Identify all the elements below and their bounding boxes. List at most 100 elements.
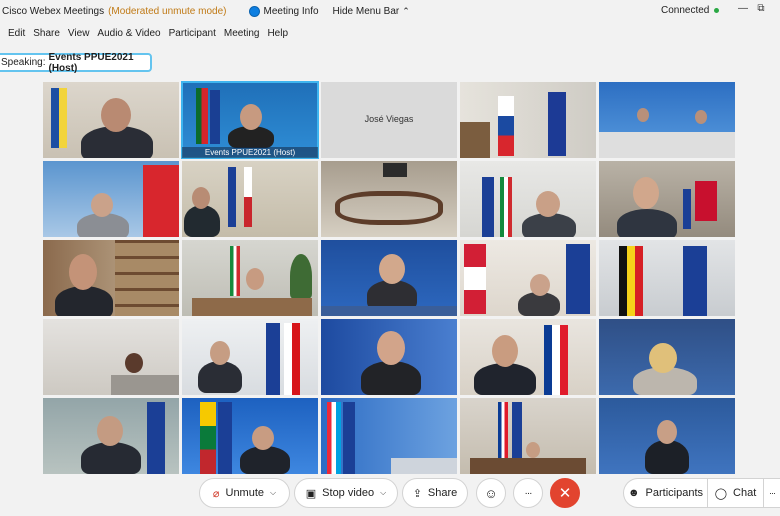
video-tile-host[interactable]: Events PPUE2021 (Host) bbox=[181, 81, 319, 159]
menu-help[interactable]: Help bbox=[267, 28, 288, 39]
video-tile[interactable] bbox=[599, 240, 735, 316]
chat-panel-button[interactable]: ◯ Chat bbox=[707, 478, 763, 508]
video-tile[interactable] bbox=[321, 240, 457, 316]
plant bbox=[290, 254, 312, 298]
participant-face bbox=[649, 343, 677, 373]
video-tile[interactable] bbox=[460, 82, 596, 158]
chevron-down-icon[interactable]: ⌵ bbox=[380, 488, 386, 498]
video-tile[interactable] bbox=[182, 319, 318, 395]
connection-dot-icon bbox=[714, 8, 720, 13]
chevron-down-icon[interactable]: ⌵ bbox=[270, 488, 276, 498]
video-tile[interactable] bbox=[321, 398, 457, 474]
participant-face bbox=[240, 104, 262, 130]
video-tile[interactable] bbox=[599, 161, 735, 237]
conference-table bbox=[335, 191, 443, 225]
desk bbox=[460, 122, 490, 158]
flag-decoration bbox=[143, 165, 179, 237]
flag-decoration bbox=[619, 246, 643, 316]
participant-face bbox=[377, 331, 405, 365]
menu-share[interactable]: Share bbox=[33, 28, 60, 39]
participants-icon: ☻ bbox=[627, 487, 640, 499]
video-tile-no-video[interactable]: José Viegas bbox=[321, 82, 457, 158]
menu-edit[interactable]: Edit bbox=[8, 28, 25, 39]
participants-panel-button[interactable]: ☻ Participants bbox=[623, 478, 707, 508]
participant-video bbox=[55, 286, 113, 316]
video-tile[interactable] bbox=[43, 82, 179, 158]
video-tile[interactable] bbox=[43, 398, 179, 474]
video-tile[interactable] bbox=[182, 398, 318, 474]
participant-face bbox=[97, 416, 123, 446]
participant-face bbox=[492, 335, 518, 367]
stop-video-button[interactable]: ▣ Stop video ⌵ bbox=[294, 478, 398, 508]
participant-face bbox=[530, 274, 550, 296]
participant-face bbox=[69, 254, 97, 290]
participant-video bbox=[184, 205, 220, 237]
flag-decoration bbox=[230, 246, 240, 296]
video-tile[interactable] bbox=[460, 398, 596, 474]
desk bbox=[599, 132, 735, 158]
participant-face bbox=[210, 341, 230, 365]
placeholder-participant-name: José Viegas bbox=[364, 114, 414, 124]
share-button[interactable]: ⇪ Share bbox=[402, 478, 468, 508]
stop-video-label: Stop video bbox=[322, 487, 375, 499]
hide-menu-bar-button[interactable]: Hide Menu Bar ⌃ bbox=[333, 6, 410, 17]
window-controls: — ⧉ bbox=[734, 3, 770, 14]
more-panels-button[interactable]: ··· bbox=[763, 478, 780, 508]
menu-view[interactable]: View bbox=[68, 28, 90, 39]
video-tile[interactable] bbox=[43, 319, 179, 395]
info-icon bbox=[248, 5, 260, 17]
video-tile[interactable] bbox=[182, 161, 318, 237]
flag-decoration bbox=[683, 246, 707, 316]
menu-participant[interactable]: Participant bbox=[169, 28, 216, 39]
video-tile[interactable] bbox=[43, 161, 179, 237]
flag-decoration bbox=[147, 402, 165, 474]
video-tile[interactable] bbox=[599, 319, 735, 395]
flag-decoration bbox=[498, 96, 514, 156]
unmute-label: Unmute bbox=[225, 487, 265, 499]
speaking-prefix: Speaking: bbox=[1, 57, 46, 68]
participant-face bbox=[637, 108, 649, 122]
video-tile[interactable] bbox=[599, 398, 735, 474]
reactions-button[interactable]: ☺ bbox=[476, 478, 506, 508]
participant-face bbox=[192, 187, 210, 209]
video-tile[interactable] bbox=[460, 319, 596, 395]
video-tile[interactable] bbox=[599, 82, 735, 158]
participant-video bbox=[81, 442, 141, 474]
menu-meeting[interactable]: Meeting bbox=[224, 28, 260, 39]
desk bbox=[391, 458, 457, 474]
menu-audio-video[interactable]: Audio & Video bbox=[97, 28, 160, 39]
participant-face bbox=[526, 442, 540, 458]
participant-face bbox=[536, 191, 560, 217]
video-tile[interactable] bbox=[43, 240, 179, 316]
video-tile[interactable] bbox=[460, 161, 596, 237]
moderated-mode-label: (Moderated unmute mode) bbox=[108, 5, 227, 17]
unmute-button[interactable]: ⌀ Unmute ⌵ bbox=[199, 478, 290, 508]
video-tile[interactable] bbox=[321, 319, 457, 395]
minimize-icon[interactable]: — bbox=[734, 3, 752, 14]
flag-decoration bbox=[695, 181, 717, 221]
restore-icon[interactable]: ⧉ bbox=[752, 3, 770, 14]
video-tile[interactable] bbox=[460, 240, 596, 316]
meeting-info-button[interactable]: Meeting Info bbox=[248, 5, 319, 17]
flag-decoration bbox=[512, 402, 522, 458]
video-tile[interactable] bbox=[182, 240, 318, 316]
meeting-controls: ⌀ Unmute ⌵ ▣ Stop video ⌵ ⇪ Share ☺ ··· … bbox=[0, 478, 780, 510]
flag-decoration bbox=[548, 92, 566, 156]
desk bbox=[111, 375, 179, 395]
more-options-button[interactable]: ··· bbox=[513, 478, 543, 508]
speaker-name: Events PPUE2021 (Host) bbox=[48, 51, 134, 74]
participants-label: Participants bbox=[645, 487, 704, 499]
participant-video bbox=[240, 446, 290, 474]
menu-bar: Edit Share View Audio & Video Participan… bbox=[0, 25, 288, 41]
video-tile[interactable] bbox=[321, 161, 457, 237]
emoji-icon: ☺ bbox=[484, 485, 498, 501]
more-icon: ··· bbox=[769, 488, 776, 498]
participant-face bbox=[246, 268, 264, 290]
leave-meeting-button[interactable]: ✕ bbox=[550, 478, 580, 508]
chevron-up-icon: ⌃ bbox=[402, 5, 410, 16]
desk bbox=[321, 306, 457, 316]
host-name-tag: Events PPUE2021 (Host) bbox=[182, 147, 318, 158]
video-camera-icon: ▣ bbox=[305, 487, 317, 500]
participant-face bbox=[91, 193, 113, 217]
participant-video bbox=[617, 209, 677, 237]
